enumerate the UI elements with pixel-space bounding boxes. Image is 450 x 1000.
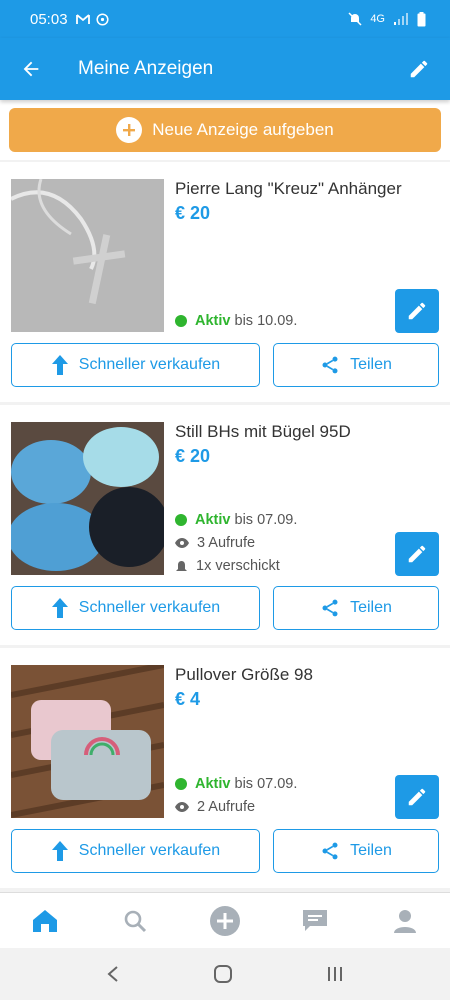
eye-icon [175,538,189,548]
share-icon [322,599,338,617]
ad-card[interactable]: Still BHs mit Bügel 95D € 20 Aktiv bis 0… [0,405,450,645]
status-until: bis 10.09. [234,313,298,329]
pencil-icon [408,545,426,563]
edit-ad-button[interactable] [395,532,439,576]
share-button[interactable]: Teilen [273,343,439,387]
ad-title[interactable]: Pullover Größe 98 [175,665,313,685]
network-label: 4G [370,13,385,25]
plus-icon [116,117,143,143]
pencil-icon [410,60,428,78]
page-title: Meine Anzeigen [78,58,214,79]
ad-image[interactable] [11,422,164,575]
status-label: Aktiv [195,313,231,329]
share-button[interactable]: Teilen [273,829,439,873]
ad-card[interactable]: Pullover Größe 98 € 4 Aktiv bis 07.09. 2… [0,648,450,888]
search-icon [124,910,147,932]
nav-add[interactable] [180,893,270,948]
edit-ad-button[interactable] [395,289,439,333]
pencil-icon [408,788,426,806]
status-bar: 05:03 4G [0,0,450,38]
active-dot-icon [175,514,187,526]
whatsapp-icon [95,12,109,26]
system-navigation [0,948,450,1000]
share-label: Teilen [350,599,392,616]
new-ad-bar: Neue Anzeige aufgeben [0,100,450,160]
ad-views: 2 Aufrufe [175,799,255,815]
system-home-icon[interactable] [213,964,233,984]
system-back-icon[interactable] [106,965,120,983]
app-bar: Meine Anzeigen [0,38,450,100]
status-label: Aktiv [195,512,231,528]
sell-faster-button[interactable]: Schneller verkaufen [11,586,260,630]
signal-icon [394,12,408,25]
ad-image[interactable] [11,179,164,332]
eye-icon [175,802,189,812]
active-dot-icon [175,315,187,327]
arrow-up-icon [51,598,68,618]
sell-faster-label: Schneller verkaufen [78,599,221,616]
ad-status: Aktiv bis 07.09. [175,776,297,792]
views-label: 3 Aufrufe [197,535,256,551]
ad-sent: 1x verschickt [175,558,280,574]
arrow-up-icon [51,841,68,861]
home-icon [33,909,57,932]
nav-home[interactable] [0,893,90,948]
bell-icon [176,560,187,571]
ad-views: 3 Aufrufe [175,535,255,551]
pencil-icon [408,302,426,320]
status-label: Aktiv [195,776,231,792]
system-recents-icon[interactable] [326,965,344,983]
back-button[interactable] [0,38,62,100]
sell-faster-button[interactable]: Schneller verkaufen [11,829,260,873]
status-until: bis 07.09. [234,512,298,528]
ad-price: € 20 [175,203,211,223]
add-icon [210,905,240,936]
mute-icon [348,12,362,26]
new-ad-button[interactable]: Neue Anzeige aufgeben [9,108,441,152]
battery-icon [417,11,426,26]
views-label: 2 Aufrufe [197,799,256,815]
edit-ad-button[interactable] [395,775,439,819]
share-button[interactable]: Teilen [273,586,439,630]
nav-messages[interactable] [270,893,360,948]
status-until: bis 07.09. [234,776,298,792]
ad-price: € 4 [175,689,201,709]
share-icon [322,842,338,860]
status-time: 05:03 [30,10,68,28]
ad-card[interactable]: Pierre Lang "Kreuz" Anhänger € 20 Aktiv … [0,162,450,402]
ad-image[interactable] [11,665,164,818]
arrow-back-icon [23,61,39,77]
sent-label: 1x verschickt [196,558,280,574]
nav-profile[interactable] [360,893,450,948]
ad-price: € 20 [175,446,211,466]
sell-faster-label: Schneller verkaufen [78,842,221,859]
new-ad-label: Neue Anzeige aufgeben [152,120,334,139]
edit-button[interactable] [388,38,450,100]
nav-search[interactable] [90,893,180,948]
arrow-up-icon [51,355,68,375]
share-label: Teilen [350,356,392,373]
ad-status: Aktiv bis 10.09. [175,313,297,329]
share-label: Teilen [350,842,392,859]
active-dot-icon [175,778,187,790]
ad-title[interactable]: Pierre Lang "Kreuz" Anhänger [175,179,402,199]
ad-title[interactable]: Still BHs mit Bügel 95D [175,422,351,442]
messages-icon [303,909,327,931]
ad-status: Aktiv bis 07.09. [175,512,297,528]
bottom-navigation [0,892,450,948]
sell-faster-button[interactable]: Schneller verkaufen [11,343,260,387]
gmail-icon [75,13,90,24]
share-icon [322,356,338,374]
profile-icon [394,909,416,933]
sell-faster-label: Schneller verkaufen [78,356,221,373]
